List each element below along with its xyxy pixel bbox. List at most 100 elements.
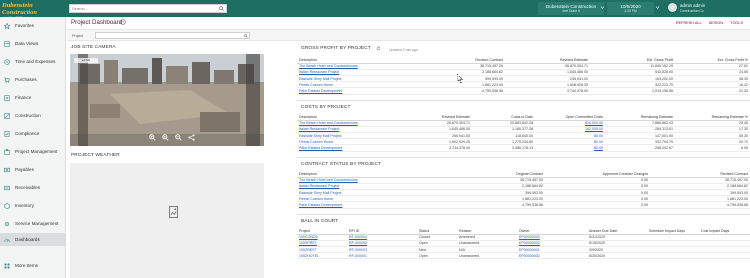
sidebar-item-project-management[interactable]: Project Management (0, 145, 66, 158)
logo-name: Dubenstein Construction (2, 2, 38, 16)
project-link[interactable]: Italian Restaurant Project (299, 70, 339, 74)
owner-link[interactable]: EP00000002 (519, 235, 540, 239)
contract-status-title: CONTRACT STATUS BY PROJECT (301, 162, 382, 167)
project-selector[interactable] (95, 32, 250, 39)
company-logo[interactable]: Dubenstein Construction est. 10 · 2009 (2, 2, 66, 20)
sidebar-item-finance[interactable]: Finance (0, 91, 66, 104)
user-menu[interactable]: admin admin Construction Co (668, 2, 748, 15)
design-button[interactable]: DESIGN (709, 21, 724, 25)
project-link[interactable]: 100ZHOTEL (299, 254, 319, 258)
project-link[interactable]: Italian Restaurant Project (299, 184, 339, 188)
section-divider (297, 214, 750, 215)
zoom-in-icon[interactable] (149, 134, 156, 141)
project-link[interactable]: Palm Estates Development (299, 203, 342, 207)
zoom-in-icon[interactable] (162, 134, 169, 141)
sidebar-item-compliance[interactable]: Compliance (0, 127, 66, 140)
service-icon (4, 221, 10, 226)
table-cell: 6.90 (675, 144, 750, 152)
job-site-camera-feed[interactable]: ◂ LIVE (70, 54, 264, 146)
costs-title: COSTS BY PROJECT (301, 105, 351, 110)
sidebar-item-more-items[interactable]: More Items (0, 259, 66, 272)
project-link[interactable]: Italian Restaurant Project (299, 127, 339, 131)
project-link[interactable]: Palm Estates Development (299, 146, 342, 150)
sidebar-item-label: Project Management (15, 149, 58, 154)
sidebar-item-construction[interactable]: Construction (0, 109, 66, 122)
project-link[interactable]: 100SPRET (299, 241, 317, 245)
main-content: Project Dashboard ? REFRESH ALL DESIGN T… (67, 17, 750, 278)
project-link[interactable]: The Beach Hotel and Condominiums (299, 64, 358, 68)
owner-link[interactable]: EP00000001 (519, 248, 540, 252)
sidebar-item-purchases[interactable]: Purchases (0, 73, 66, 86)
table-row: Palm Estates Development 4,759,538.58 3,74… (297, 87, 750, 95)
sidebar-item-inventory[interactable]: Inventory (0, 199, 66, 212)
refresh-all-button[interactable]: REFRESH ALL (676, 21, 702, 25)
sidebar: Favorites Data Views Time and Expenses P… (0, 17, 66, 278)
live-badge[interactable]: ◂ LIVE (74, 58, 98, 63)
clock-icon (4, 58, 10, 65)
company-branch: Joel Dube II (561, 9, 581, 13)
help-icon[interactable]: ? (120, 19, 126, 25)
search-icon[interactable] (219, 6, 224, 11)
table-row: 100ZHOTEL RF-000001 Open Unanswered EP000000… (297, 252, 750, 260)
rfi-link[interactable]: RF-000004 (349, 235, 367, 239)
global-search[interactable] (69, 4, 227, 13)
owner-link[interactable]: EP00000002 (519, 254, 540, 258)
table-cell (647, 252, 699, 260)
owner-link[interactable]: EP00000002 (519, 241, 540, 245)
project-link[interactable]: Fleear Custom Home (299, 83, 333, 87)
table-row: Palm Estates Development 4,759,538.56 0.00… (297, 201, 750, 209)
sidebar-item-favorites[interactable]: Favorites (0, 19, 66, 32)
committed-costs-link[interactable]: $0.00 (594, 140, 603, 144)
sidebar-item-label: Payables (15, 167, 34, 172)
sidebar-item-label: Time and Expenses (15, 59, 56, 64)
dashboard-icon (4, 238, 10, 242)
project-link[interactable]: Eastside Slmy Mall Project (299, 77, 342, 81)
search-icon[interactable] (244, 34, 248, 38)
camera-controls (149, 134, 209, 141)
committed-costs-link[interactable]: 162,555.00 (585, 127, 603, 131)
sidebar-item-payables[interactable]: Payables (0, 163, 66, 176)
business-date-selector[interactable]: 10/5/2020 1:30 PM (607, 2, 654, 15)
grid-icon (4, 263, 10, 268)
last-updated-text: Updated 2 min ago (389, 48, 418, 52)
project-filter-label: Project (72, 34, 84, 38)
sidebar-item-time-and-expenses[interactable]: Time and Expenses (0, 55, 66, 68)
company-selector[interactable]: Dubenstein Construction Joel Dube II (538, 2, 604, 15)
project-link[interactable]: 100COND6 (299, 235, 318, 239)
business-time: 1:30 PM (624, 9, 637, 13)
project-link[interactable]: 100ZREST (299, 248, 317, 252)
refresh-icon[interactable] (376, 46, 381, 51)
sidebar-item-data-views[interactable]: Data Views (0, 37, 66, 50)
page-actions: REFRESH ALL DESIGN TOOLS (670, 21, 743, 25)
sidebar-item-label: Dashboards (15, 237, 40, 242)
sidebar-item-dashboards[interactable]: Dashboards (0, 233, 66, 246)
rfi-link[interactable]: RF-000003 (349, 248, 367, 252)
search-input[interactable] (70, 5, 216, 12)
project-link[interactable]: Palm Estates Development (299, 89, 342, 93)
job-site-camera-title: JOB SITE CAMERA (71, 45, 116, 50)
project-link[interactable]: Eastside Slmy Mall Project (299, 191, 342, 195)
star-icon (4, 22, 10, 29)
zoom-out-icon[interactable] (175, 134, 182, 141)
receivables-icon (4, 185, 10, 190)
project-link[interactable]: Fleear Custom Home (299, 140, 333, 144)
project-weather-panel (70, 163, 264, 278)
sidebar-item-label: Compliance (15, 131, 40, 136)
project-link[interactable]: The Beach Hotel and Condominiums (299, 178, 358, 182)
committed-costs-link[interactable]: $18,000.00 (585, 121, 603, 125)
project-link[interactable]: Fleear Custom Home (299, 197, 333, 201)
table-cell: 0.00 (545, 201, 650, 209)
project-link[interactable]: The Beach Hotel and Condominiums (299, 121, 358, 125)
chevron-down-icon[interactable] (600, 5, 605, 10)
inventory-icon (4, 202, 10, 209)
project-link[interactable]: Eastside Slmy Mall Project (299, 134, 342, 138)
committed-costs-link[interactable]: $0.00 (594, 146, 603, 150)
rfi-link[interactable]: RF-000001 (349, 254, 367, 258)
rfi-link[interactable]: RF-000002 (349, 241, 367, 245)
sidebar-item-service-management[interactable]: Service Management (0, 217, 66, 230)
committed-costs-link[interactable]: $0.00 (594, 134, 603, 138)
chevron-down-icon[interactable] (655, 5, 660, 10)
sidebar-item-receivables[interactable]: Receivables (0, 181, 66, 194)
tools-button[interactable]: TOOLS (730, 21, 743, 25)
share-icon[interactable] (188, 134, 195, 141)
